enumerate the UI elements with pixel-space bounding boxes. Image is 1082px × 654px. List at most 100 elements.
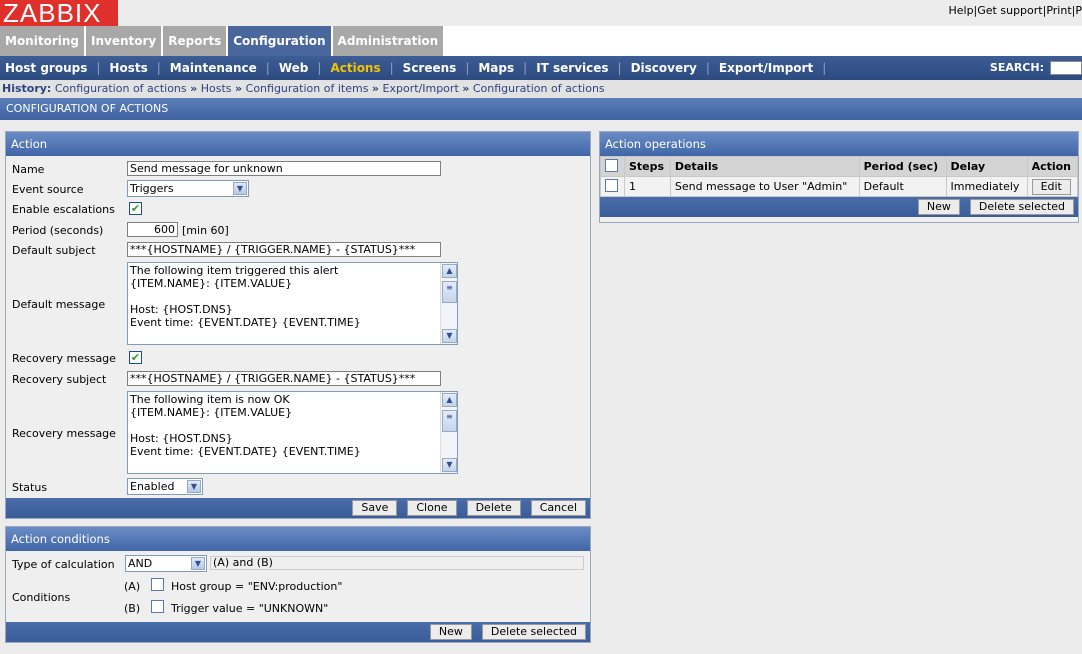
history-label: History: xyxy=(2,82,52,95)
help-link[interactable]: Help xyxy=(948,4,973,17)
condition-text: Host group = "ENV:production" xyxy=(171,580,343,593)
cell-delay: Immediately xyxy=(945,176,1028,197)
select-all-checkbox[interactable] xyxy=(605,158,618,172)
escalations-checkbox[interactable]: ✔ xyxy=(129,202,142,215)
operations-panel-title: Action operations xyxy=(600,132,1078,156)
delete-selected-conditions-button[interactable]: Delete selected xyxy=(481,624,586,640)
top-links: Help|Get support|Print|P xyxy=(948,4,1082,17)
breadcrumb: History: Configuration of actions » Host… xyxy=(0,80,1082,98)
row-checkbox[interactable] xyxy=(605,178,618,192)
calc-value: AND xyxy=(128,557,153,570)
col-delay[interactable]: Delay xyxy=(945,156,1028,177)
calc-select[interactable]: AND ▼ xyxy=(125,555,207,572)
chevron-down-icon: ▼ xyxy=(233,182,247,195)
event-source-select[interactable]: Triggers ▼ xyxy=(127,180,249,197)
history-link[interactable]: Configuration of actions xyxy=(55,82,187,95)
conditions-panel-title: Action conditions xyxy=(6,527,590,551)
subnav-export-import[interactable]: Export/Import xyxy=(719,56,813,80)
tab-administration[interactable]: Administration xyxy=(332,26,444,56)
subnav-host-groups[interactable]: Host groups xyxy=(5,56,87,80)
period-input[interactable] xyxy=(127,222,178,237)
subnav-hosts[interactable]: Hosts xyxy=(109,56,147,80)
cell-period: Default xyxy=(858,176,947,197)
period-label: Period (seconds) xyxy=(12,224,104,237)
history-link[interactable]: Configuration of actions xyxy=(473,82,605,95)
scroll-down-icon[interactable]: ▼ xyxy=(442,329,457,343)
cell-details: Send message to User "Admin" xyxy=(669,176,860,197)
condition-checkbox[interactable] xyxy=(151,578,164,591)
history-link[interactable]: Export/Import xyxy=(383,82,459,95)
condition-text: Trigger value = "UNKNOWN" xyxy=(171,602,329,615)
tab-reports[interactable]: Reports xyxy=(163,26,227,56)
subnav-web[interactable]: Web xyxy=(279,56,309,80)
col-period[interactable]: Period (sec) xyxy=(858,156,947,177)
scroll-thumb[interactable]: ≡ xyxy=(442,281,457,303)
scrollbar[interactable]: ▲ ≡ ▼ xyxy=(440,392,457,473)
history-link[interactable]: Configuration of items xyxy=(246,82,369,95)
search-area: SEARCH: xyxy=(990,56,1082,80)
get-support-link[interactable]: Get support xyxy=(977,4,1042,17)
status-select[interactable]: Enabled ▼ xyxy=(127,478,203,495)
event-source-label: Event source xyxy=(12,183,84,196)
history-link[interactable]: Hosts xyxy=(201,82,232,95)
default-subject-label: Default subject xyxy=(12,244,96,257)
operations-panel: Action operations Steps Details Period (… xyxy=(599,131,1079,223)
scroll-up-icon[interactable]: ▲ xyxy=(442,264,457,278)
scrollbar[interactable]: ▲ ≡ ▼ xyxy=(440,263,457,344)
new-operation-button[interactable]: New xyxy=(917,199,960,215)
subnav-discovery[interactable]: Discovery xyxy=(631,56,697,80)
subnav-actions[interactable]: Actions xyxy=(330,56,380,80)
status-value: Enabled xyxy=(130,480,175,493)
escalations-label: Enable escalations xyxy=(12,203,115,216)
col-steps[interactable]: Steps xyxy=(624,156,671,177)
search-input[interactable] xyxy=(1050,61,1082,75)
profile-link[interactable]: P xyxy=(1075,4,1082,17)
period-hint: [min 60] xyxy=(182,224,229,237)
subnav-maintenance[interactable]: Maintenance xyxy=(170,56,257,80)
tab-inventory[interactable]: Inventory xyxy=(86,26,162,56)
operations-panel-footer: New Delete selected xyxy=(600,197,1078,217)
scroll-up-icon[interactable]: ▲ xyxy=(442,393,457,407)
recovery-message-label: Recovery message xyxy=(12,427,116,440)
name-input[interactable] xyxy=(127,161,441,176)
cell-steps: 1 xyxy=(624,176,671,197)
recovery-subject-label: Recovery subject xyxy=(12,373,107,386)
recovery-subject-input[interactable] xyxy=(127,371,441,386)
print-link[interactable]: Print xyxy=(1046,4,1071,17)
scroll-down-icon[interactable]: ▼ xyxy=(442,458,457,472)
condition-checkbox[interactable] xyxy=(151,600,164,613)
operations-table: Steps Details Period (sec) Delay Action … xyxy=(600,156,1079,197)
calc-label: Type of calculation xyxy=(12,558,115,571)
delete-selected-operations-button[interactable]: Delete selected xyxy=(969,199,1074,215)
recovery-message-textarea[interactable]: The following item is now OK {ITEM.NAME}… xyxy=(127,391,458,474)
status-label: Status xyxy=(12,481,48,494)
subnav-it-services[interactable]: IT services xyxy=(536,56,608,80)
clone-button[interactable]: Clone xyxy=(407,500,457,516)
zabbix-logo[interactable]: ZABBIX xyxy=(0,0,118,27)
subnav-screens[interactable]: Screens xyxy=(403,56,457,80)
table-row: 1 Send message to User "Admin" Default I… xyxy=(600,176,1079,197)
event-source-value: Triggers xyxy=(130,182,174,195)
action-panel: Action Name Event source Triggers ▼ Enabl… xyxy=(5,131,591,519)
condition-letter: (B) xyxy=(124,602,141,615)
edit-operation-button[interactable]: Edit xyxy=(1031,178,1071,195)
cancel-button[interactable]: Cancel xyxy=(530,500,586,516)
tab-configuration[interactable]: Configuration xyxy=(228,26,331,56)
conditions-label: Conditions xyxy=(12,591,71,604)
col-action: Action xyxy=(1026,156,1079,177)
subnav-maps[interactable]: Maps xyxy=(478,56,514,80)
default-message-textarea[interactable]: The following item triggered this alert … xyxy=(127,262,458,345)
main-tabs: Monitoring Inventory Reports Configurati… xyxy=(0,26,445,56)
scroll-thumb[interactable]: ≡ xyxy=(442,410,457,432)
tab-monitoring[interactable]: Monitoring xyxy=(0,26,84,56)
new-condition-button[interactable]: New xyxy=(429,624,472,640)
recovery-message-checkbox[interactable]: ✔ xyxy=(129,351,142,364)
delete-button[interactable]: Delete xyxy=(466,500,521,516)
default-message-label: Default message xyxy=(12,298,106,311)
default-subject-input[interactable] xyxy=(127,242,441,257)
conditions-panel-footer: New Delete selected xyxy=(6,622,590,642)
save-button[interactable]: Save xyxy=(352,500,398,516)
sub-nav: Host groups | Hosts | Maintenance | Web | Ac… xyxy=(0,56,1082,80)
chevron-down-icon: ▼ xyxy=(191,557,205,570)
col-details[interactable]: Details xyxy=(669,156,860,177)
